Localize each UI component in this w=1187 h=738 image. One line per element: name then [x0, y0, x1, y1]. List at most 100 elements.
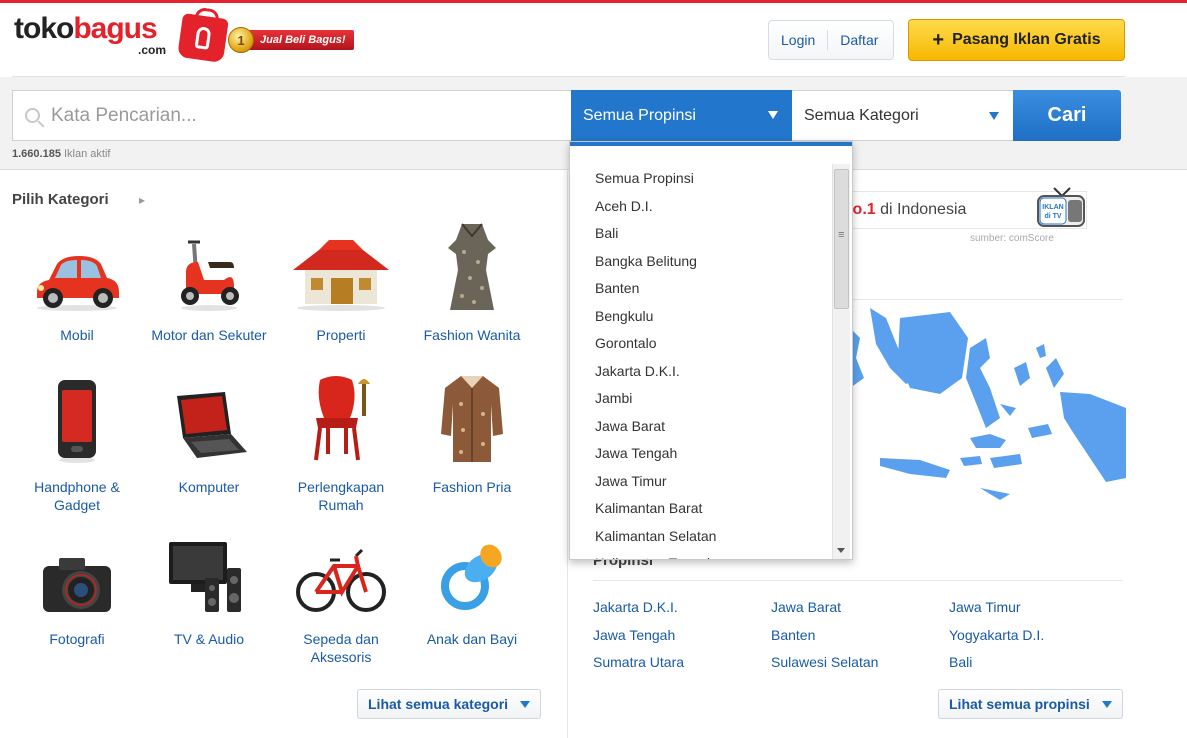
- category-item-tv-audio[interactable]: TV & Audio: [143, 530, 275, 648]
- province-option[interactable]: Jakarta D.K.I.: [595, 360, 716, 388]
- category-select[interactable]: Semua Kategori: [792, 90, 1013, 141]
- category-item-perlengkapan-rumah[interactable]: Perlengkapan Rumah: [275, 376, 407, 514]
- column-divider: [567, 171, 568, 738]
- award-badge: 1 Jual Beli Bagus!: [228, 22, 354, 58]
- category-label: Handphone & Gadget: [34, 479, 120, 513]
- laptop-icon: [143, 378, 275, 464]
- search-icon: [13, 108, 51, 123]
- province-option[interactable]: Kalimantan Barat: [595, 497, 716, 525]
- search-button[interactable]: Cari: [1013, 90, 1121, 141]
- right-divider-bottom: [593, 580, 1123, 581]
- login-link[interactable]: Login: [769, 32, 827, 48]
- category-label: Mobil: [60, 327, 94, 343]
- caret-down-icon: [520, 700, 531, 708]
- category-label: TV & Audio: [173, 631, 245, 647]
- province-link-sumatra-utara[interactable]: Sumatra Utara: [593, 654, 684, 670]
- province-link-jawa-timur[interactable]: Jawa Timur: [949, 599, 1021, 615]
- register-link[interactable]: Daftar: [828, 32, 890, 48]
- province-option[interactable]: Kalimantan Selatan: [595, 525, 716, 553]
- bicycle-icon: [275, 530, 407, 616]
- promo-text: No.1 di Indonesia: [841, 201, 967, 218]
- province-link-jawa-barat[interactable]: Jawa Barat: [771, 599, 841, 615]
- category-label: Komputer: [178, 479, 240, 495]
- phone-icon: [11, 378, 143, 464]
- province-option[interactable]: Jawa Timur: [595, 470, 716, 498]
- indonesia-map[interactable]: [850, 308, 1126, 538]
- promo-banner[interactable]: No.1 di Indonesia IKLAN di TV: [841, 187, 1087, 229]
- chair-icon: [275, 376, 407, 464]
- province-select[interactable]: Semua Propinsi: [571, 90, 792, 141]
- category-label: Fashion Wanita: [423, 327, 521, 343]
- category-item-fashion-pria[interactable]: Fashion Pria: [406, 376, 538, 496]
- province-option[interactable]: Bali: [595, 222, 716, 250]
- category-item-sepeda[interactable]: Sepeda dan Aksesoris: [275, 530, 407, 666]
- caret-down-icon: [989, 112, 999, 120]
- promo-source: sumber: comScore: [970, 233, 1054, 244]
- province-link-yogyakarta[interactable]: Yogyakarta D.I.: [949, 627, 1044, 643]
- active-ads-count: 1.660.185 Iklan aktif: [12, 148, 111, 160]
- province-option[interactable]: Kalimantan Tengah: [595, 552, 716, 559]
- badge-ribbon: Jual Beli Bagus!: [248, 30, 354, 50]
- plus-icon: +: [932, 29, 945, 51]
- category-select-value: Semua Kategori: [804, 106, 919, 124]
- category-label: Properti: [316, 327, 366, 343]
- scroll-down-icon[interactable]: [837, 548, 845, 553]
- province-option[interactable]: Bangka Belitung: [595, 250, 716, 278]
- logo-suffix: .com: [138, 43, 167, 57]
- category-label: Fashion Pria: [432, 479, 512, 495]
- tv-ad-icon: IKLAN di TV: [1037, 187, 1085, 227]
- province-link-banten[interactable]: Banten: [771, 627, 815, 643]
- site-logo[interactable]: tokobagus .com: [14, 12, 229, 63]
- province-link-jawa-tengah[interactable]: Jawa Tengah: [593, 627, 675, 643]
- shopping-bag-icon: [177, 13, 229, 63]
- category-item-properti[interactable]: Properti: [275, 226, 407, 344]
- see-all-provinces-button[interactable]: Lihat semua propinsi: [938, 689, 1123, 719]
- province-option[interactable]: Jawa Barat: [595, 415, 716, 443]
- category-item-mobil[interactable]: Mobil: [11, 226, 143, 344]
- category-item-fashion-wanita[interactable]: Fashion Wanita: [406, 223, 538, 344]
- province-option[interactable]: Jambi: [595, 387, 716, 415]
- province-option[interactable]: Gorontalo: [595, 332, 716, 360]
- category-item-handphone[interactable]: Handphone & Gadget: [11, 378, 143, 514]
- auth-links: Login Daftar: [768, 20, 894, 60]
- dress-icon: [406, 223, 538, 312]
- province-option[interactable]: Banten: [595, 277, 716, 305]
- category-item-komputer[interactable]: Komputer: [143, 378, 275, 496]
- category-heading: Pilih Kategori: [12, 191, 109, 208]
- province-select-value: Semua Propinsi: [583, 106, 696, 124]
- see-all-provinces-label: Lihat semua propinsi: [949, 696, 1090, 712]
- category-label: Fotografi: [49, 631, 105, 647]
- post-ad-label: Pasang Iklan Gratis: [952, 31, 1101, 48]
- province-link-jakarta[interactable]: Jakarta D.K.I.: [593, 599, 678, 615]
- scooter-icon: [143, 226, 275, 312]
- svg-text:di TV: di TV: [1044, 213, 1061, 220]
- medal-icon: 1: [228, 27, 254, 53]
- category-label: Sepeda dan Aksesoris: [303, 631, 379, 665]
- post-ad-button[interactable]: + Pasang Iklan Gratis: [908, 19, 1125, 61]
- province-options: Semua Propinsi Aceh D.I. Bali Bangka Bel…: [595, 167, 716, 559]
- search-box: [12, 90, 571, 141]
- province-option[interactable]: Bengkulu: [595, 305, 716, 333]
- province-link-bali[interactable]: Bali: [949, 654, 972, 670]
- see-all-categories-button[interactable]: Lihat semua kategori: [357, 689, 542, 719]
- province-link-sulawesi-selatan[interactable]: Sulawesi Selatan: [771, 654, 878, 670]
- dropdown-scrollbar[interactable]: [832, 164, 850, 559]
- caret-down-icon: [1101, 700, 1112, 708]
- category-label: Anak dan Bayi: [426, 631, 518, 647]
- car-icon: [11, 226, 143, 312]
- province-option[interactable]: Aceh D.I.: [595, 195, 716, 223]
- caret-down-icon: [768, 111, 778, 119]
- chevron-right-icon[interactable]: ▸: [139, 193, 145, 207]
- search-input[interactable]: [51, 104, 551, 127]
- category-label: Motor dan Sekuter: [151, 327, 267, 343]
- category-label: Perlengkapan Rumah: [297, 479, 385, 513]
- province-option[interactable]: Semua Propinsi: [595, 167, 716, 195]
- scrollbar-thumb[interactable]: [834, 169, 849, 309]
- province-dropdown-list[interactable]: Semua Propinsi Aceh D.I. Bali Bangka Bel…: [569, 141, 853, 560]
- category-item-motor[interactable]: Motor dan Sekuter: [143, 226, 275, 344]
- province-option[interactable]: Jawa Tengah: [595, 442, 716, 470]
- category-item-fotografi[interactable]: Fotografi: [11, 530, 143, 648]
- category-item-anak-bayi[interactable]: Anak dan Bayi: [406, 530, 538, 648]
- pacifier-icon: [406, 530, 538, 616]
- top-accent-bar: [0, 0, 1187, 3]
